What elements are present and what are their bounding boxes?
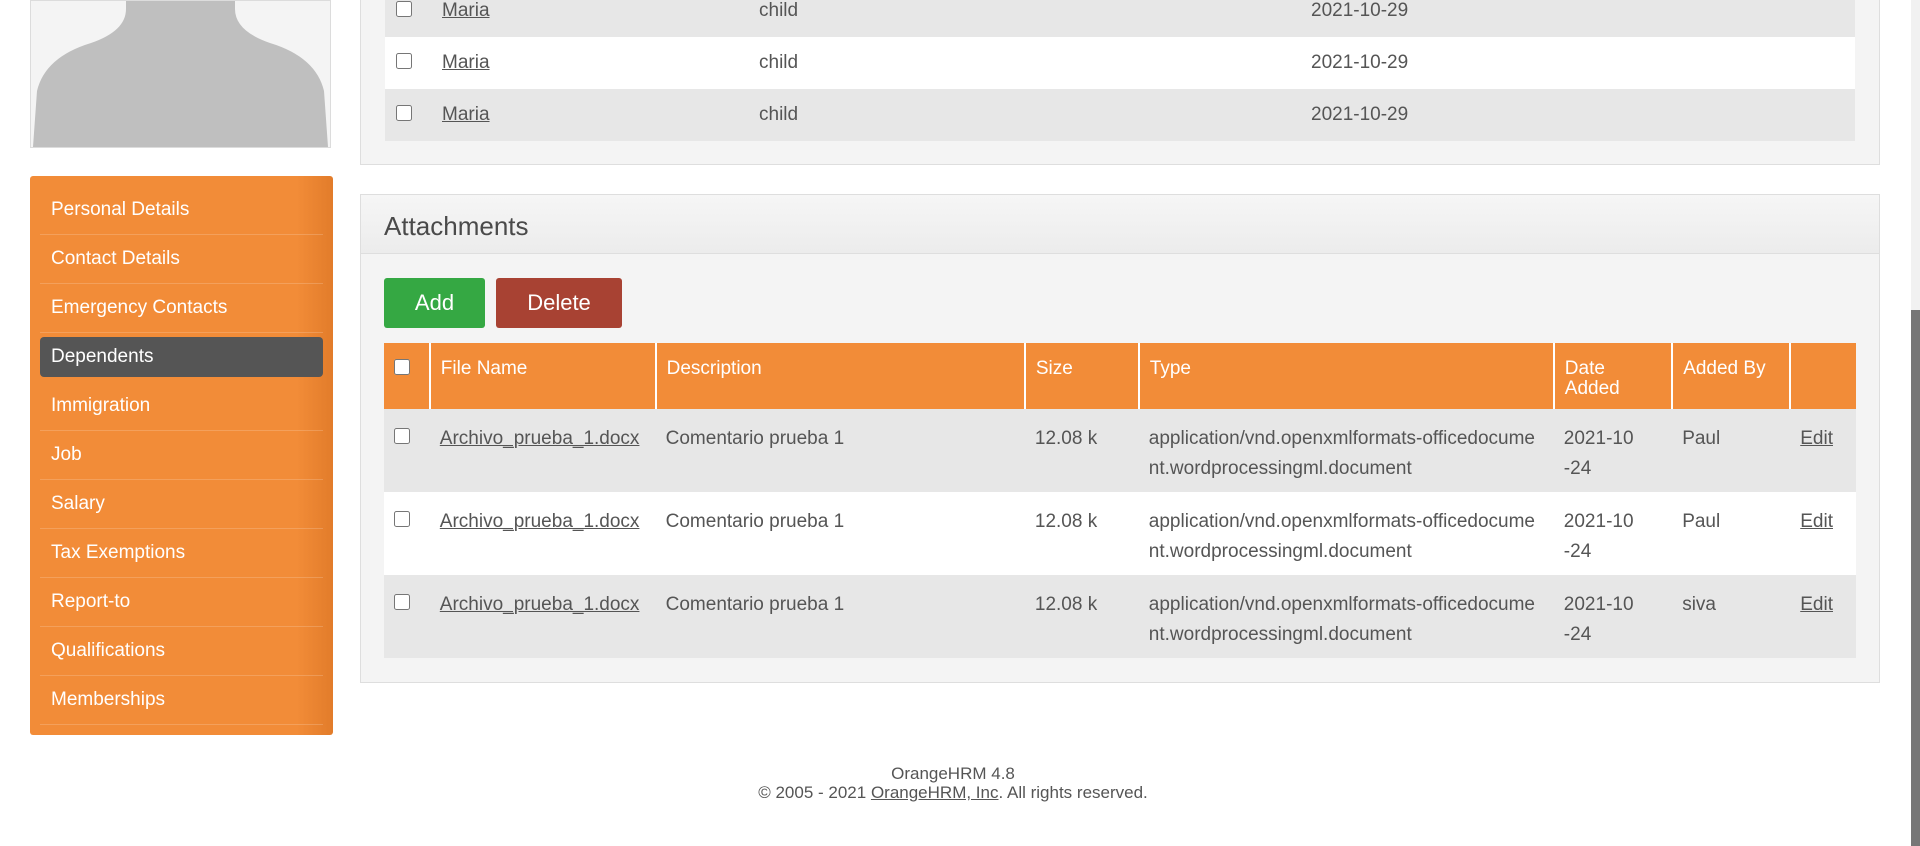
scrollbar-thumb[interactable] <box>1911 310 1920 846</box>
profile-photo[interactable] <box>30 0 331 148</box>
sidebar-item-qualifications[interactable]: Qualifications <box>40 627 323 676</box>
added-by-cell: Paul <box>1672 492 1791 575</box>
sidebar-item-memberships[interactable]: Memberships <box>40 676 323 725</box>
dependent-row-checkbox[interactable] <box>396 105 412 121</box>
attachments-title: Attachments <box>384 211 529 241</box>
file-name-link[interactable]: Archivo_prueba_1.docx <box>440 594 640 615</box>
file-name-link[interactable]: Archivo_prueba_1.docx <box>440 428 640 449</box>
type-cell: application/vnd.openxmlformats-officedoc… <box>1138 575 1554 658</box>
sidebar-nav: Personal Details Contact Details Emergen… <box>30 176 333 735</box>
sidebar-item-contact-details[interactable]: Contact Details <box>40 235 323 284</box>
select-all-header <box>384 343 431 409</box>
added-by-cell: siva <box>1672 575 1791 658</box>
column-header-date-added[interactable]: Date Added <box>1553 343 1674 409</box>
delete-attachment-button[interactable]: Delete <box>496 278 622 328</box>
date-text: 2021-10-24 <box>1563 594 1634 645</box>
footer-copyright: © 2005 - 2021 OrangeHRM, Inc. All rights… <box>0 783 1906 802</box>
type-text: application/vnd.openxmlformats-officedoc… <box>1148 428 1535 479</box>
description-cell: Comentario prueba 1 <box>655 409 1025 492</box>
column-header-size[interactable]: Size <box>1024 343 1140 409</box>
sidebar-item-personal-details[interactable]: Personal Details <box>40 186 323 235</box>
row-checkbox[interactable] <box>394 594 410 610</box>
description-cell: Comentario prueba 1 <box>655 492 1025 575</box>
type-text: application/vnd.openxmlformats-officedoc… <box>1148 594 1535 645</box>
sidebar-item-immigration[interactable]: Immigration <box>40 382 323 431</box>
type-text: application/vnd.openxmlformats-officedoc… <box>1148 511 1535 562</box>
dependent-row: Maria child 2021-10-29 <box>385 89 1855 141</box>
attachments-table: File Name Description Size Type Date Add… <box>384 343 1856 658</box>
table-row: Archivo_prueba_1.docx Comentario prueba … <box>384 492 1856 575</box>
copyright-suffix: . All rights reserved. <box>998 783 1148 802</box>
column-header-description[interactable]: Description <box>655 343 1026 409</box>
column-header-type[interactable]: Type <box>1138 343 1555 409</box>
added-by-cell: Paul <box>1672 409 1791 492</box>
column-header-added-by[interactable]: Added By <box>1672 343 1792 409</box>
attachments-header <box>361 195 1879 254</box>
row-checkbox[interactable] <box>394 511 410 527</box>
dependents-panel: Maria child 2021-10-29 Maria child 2021-… <box>360 0 1880 165</box>
sidebar-item-dependents[interactable]: Dependents <box>40 337 323 377</box>
select-all-checkbox[interactable] <box>394 359 410 375</box>
sidebar-item-salary[interactable]: Salary <box>40 480 323 529</box>
company-link[interactable]: OrangeHRM, Inc <box>871 783 999 802</box>
dependent-row: Maria child 2021-10-29 <box>385 37 1855 89</box>
dependent-dob: 2021-10-29 <box>1311 52 1409 73</box>
dependent-name-link[interactable]: Maria <box>442 52 490 74</box>
dependent-dob: 2021-10-29 <box>1311 104 1409 125</box>
table-row: Archivo_prueba_1.docx Comentario prueba … <box>384 409 1856 492</box>
dependent-name-link[interactable]: Maria <box>442 104 490 126</box>
sidebar-item-report-to[interactable]: Report-to <box>40 578 323 627</box>
date-cell: 2021-10-24 <box>1553 492 1673 575</box>
dependent-relationship: child <box>759 0 799 21</box>
date-text: 2021-10-24 <box>1563 428 1634 479</box>
dependent-name-link[interactable]: Maria <box>442 0 490 22</box>
footer: OrangeHRM 4.8 © 2005 - 2021 OrangeHRM, I… <box>0 764 1906 802</box>
dependent-dob: 2021-10-29 <box>1311 0 1409 21</box>
sidebar-item-job[interactable]: Job <box>40 431 323 480</box>
add-attachment-button[interactable]: Add <box>384 278 485 328</box>
date-cell: 2021-10-24 <box>1553 575 1673 658</box>
attachments-header-row: File Name Description Size Type Date Add… <box>384 343 1856 409</box>
column-header-actions <box>1790 343 1856 409</box>
dependent-row-checkbox[interactable] <box>396 1 412 17</box>
dependent-relationship: child <box>759 104 799 125</box>
size-cell: 12.08 k <box>1024 409 1139 492</box>
row-checkbox[interactable] <box>394 428 410 444</box>
copyright-prefix: © 2005 - 2021 <box>758 783 871 802</box>
file-name-link[interactable]: Archivo_prueba_1.docx <box>440 511 640 532</box>
type-cell: application/vnd.openxmlformats-officedoc… <box>1138 409 1554 492</box>
table-row: Archivo_prueba_1.docx Comentario prueba … <box>384 575 1856 658</box>
page-scrollbar[interactable] <box>1911 0 1920 846</box>
footer-version: OrangeHRM 4.8 <box>891 764 1015 783</box>
dependent-row-checkbox[interactable] <box>396 53 412 69</box>
edit-link[interactable]: Edit <box>1800 594 1833 615</box>
description-cell: Comentario prueba 1 <box>655 575 1025 658</box>
dependent-relationship: child <box>759 52 799 73</box>
sidebar-item-tax-exemptions[interactable]: Tax Exemptions <box>40 529 323 578</box>
edit-link[interactable]: Edit <box>1800 511 1833 532</box>
edit-link[interactable]: Edit <box>1800 428 1833 449</box>
sidebar-item-emergency-contacts[interactable]: Emergency Contacts <box>40 284 323 333</box>
size-cell: 12.08 k <box>1024 575 1139 658</box>
column-header-file-name[interactable]: File Name <box>429 343 657 409</box>
dependent-row: Maria child 2021-10-29 <box>385 0 1855 37</box>
attachments-panel: Attachments Add Delete File Name Descrip… <box>360 194 1880 683</box>
type-cell: application/vnd.openxmlformats-officedoc… <box>1138 492 1554 575</box>
size-cell: 12.08 k <box>1024 492 1139 575</box>
person-silhouette-icon <box>31 1 330 147</box>
date-text: 2021-10-24 <box>1563 511 1634 562</box>
column-header-date-added-label: Date Added <box>1564 358 1620 399</box>
date-cell: 2021-10-24 <box>1553 409 1673 492</box>
